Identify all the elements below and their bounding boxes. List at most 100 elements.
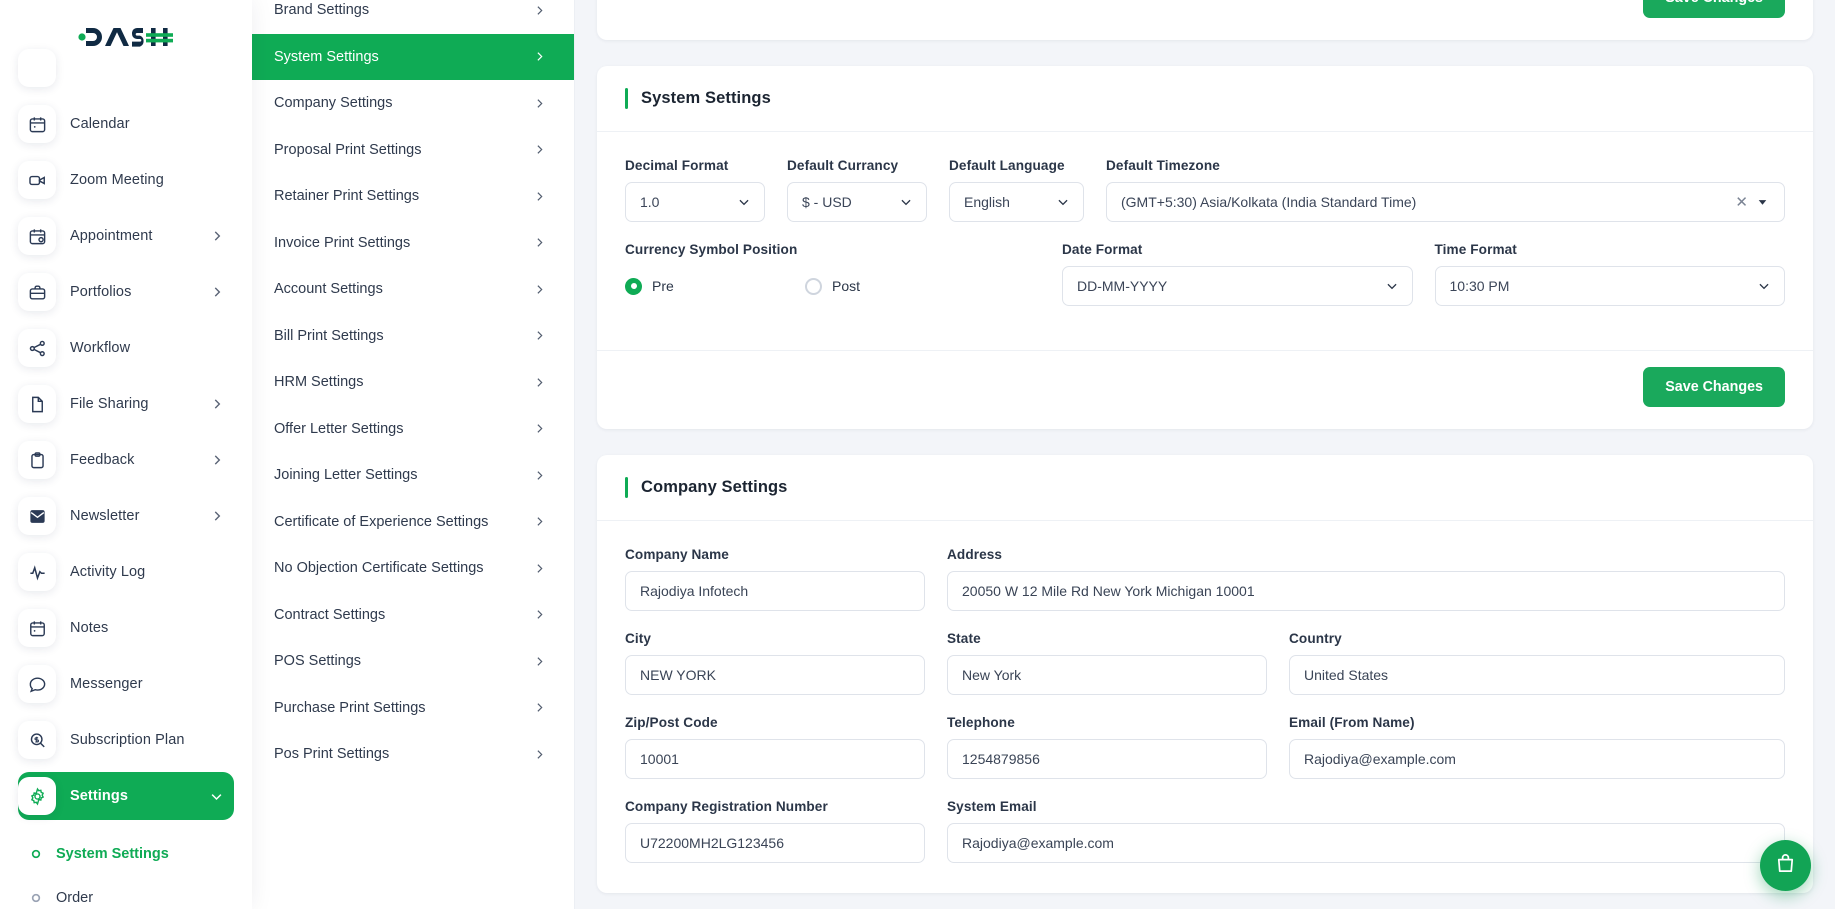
settings-menu-item-pos-print-settings[interactable]: Pos Print Settings xyxy=(252,731,574,778)
shopping-cart-fab[interactable] xyxy=(1760,840,1811,891)
sidebar-item-file-sharing[interactable]: File Sharing xyxy=(18,380,234,428)
chevron-right-icon xyxy=(533,329,546,342)
field-label: Zip/Post Code xyxy=(625,715,925,730)
settings-menu-item-hrm-settings[interactable]: HRM Settings xyxy=(252,359,574,406)
sidebar-nav: Calendar Zoom Meeting Appointment xyxy=(0,44,252,820)
sidebar-item-activity-log[interactable]: Activity Log xyxy=(18,548,234,596)
sidebar-item-newsletter[interactable]: Newsletter xyxy=(18,492,234,540)
city-input[interactable]: NEW YORK xyxy=(625,655,925,695)
decimal-format-select[interactable]: 1.0 xyxy=(625,182,765,222)
save-changes-button-system[interactable]: Save Changes xyxy=(1643,367,1785,407)
field-default-language: Default Language English xyxy=(949,158,1084,222)
state-value: New York xyxy=(962,667,1021,683)
sidebar-item-messenger[interactable]: Messenger xyxy=(18,660,234,708)
settings-menu-item-system-settings[interactable]: System Settings xyxy=(252,34,574,81)
chevron-right-icon xyxy=(533,422,546,435)
settings-menu-item-pos-settings[interactable]: POS Settings xyxy=(252,638,574,685)
settings-menu-item-retainer-print-settings[interactable]: Retainer Print Settings xyxy=(252,173,574,220)
settings-menu-item-purchase-print-settings[interactable]: Purchase Print Settings xyxy=(252,685,574,732)
form-row: Currency Symbol Position Pre Post xyxy=(625,242,1785,306)
settings-menu-item-invoice-print-settings[interactable]: Invoice Print Settings xyxy=(252,220,574,267)
default-language-select[interactable]: English xyxy=(949,182,1084,222)
chevron-right-icon xyxy=(533,236,546,249)
default-currency-value: $ - USD xyxy=(802,194,852,210)
settings-menu-item-certificate-of-experience-settings[interactable]: Certificate of Experience Settings xyxy=(252,499,574,546)
field-label: Decimal Format xyxy=(625,158,765,173)
sidebar-item-calendar[interactable]: Calendar xyxy=(18,100,234,148)
settings-menu-item-contract-settings[interactable]: Contract Settings xyxy=(252,592,574,639)
radio-dot-icon xyxy=(625,278,642,295)
settings-menu-item-proposal-print-settings[interactable]: Proposal Print Settings xyxy=(252,127,574,174)
chevron-right-icon xyxy=(533,562,546,575)
default-timezone-select[interactable]: (GMT+5:30) Asia/Kolkata (India Standard … xyxy=(1106,182,1785,222)
sidebar-item-appointment[interactable]: Appointment xyxy=(18,212,234,260)
sidebar-item-notes[interactable]: Notes xyxy=(18,604,234,652)
company-name-input[interactable]: Rajodiya Infotech xyxy=(625,571,925,611)
chevron-right-icon xyxy=(210,285,224,299)
card-header: System Settings xyxy=(597,66,1813,132)
settings-menu-item-label: HRM Settings xyxy=(274,374,363,390)
email-from-name-input[interactable]: Rajodiya@example.com xyxy=(1289,739,1785,779)
settings-menu-item-label: Offer Letter Settings xyxy=(274,421,404,437)
main-content: Save Changes System Settings Decimal For… xyxy=(575,0,1835,909)
sidebar-item-subscription-plan[interactable]: Subscription Plan xyxy=(18,716,234,764)
address-input[interactable]: 20050 W 12 Mile Rd New York Michigan 100… xyxy=(947,571,1785,611)
chevron-right-icon xyxy=(533,190,546,203)
note-calendar-icon xyxy=(18,609,56,647)
settings-menu-item-label: Company Settings xyxy=(274,95,392,111)
date-format-select[interactable]: DD-MM-YYYY xyxy=(1062,266,1413,306)
settings-menu-item-bill-print-settings[interactable]: Bill Print Settings xyxy=(252,313,574,360)
sidebar-item-portfolios[interactable]: Portfolios xyxy=(18,268,234,316)
field-city: City NEW YORK xyxy=(625,631,925,695)
settings-menu-item-label: Proposal Print Settings xyxy=(274,142,422,158)
company-name-value: Rajodiya Infotech xyxy=(640,583,748,599)
chat-bubble-icon xyxy=(18,665,56,703)
settings-menu-item-brand-settings[interactable]: Brand Settings xyxy=(252,0,574,34)
settings-menu-item-no-objection-certificate-settings[interactable]: No Objection Certificate Settings xyxy=(252,545,574,592)
chevron-down-icon xyxy=(899,195,913,209)
briefcase-icon xyxy=(18,273,56,311)
settings-menu-item-account-settings[interactable]: Account Settings xyxy=(252,266,574,313)
radio-dot-icon xyxy=(805,278,822,295)
sidebar-subitem-system-settings[interactable]: System Settings xyxy=(30,832,234,876)
state-input[interactable]: New York xyxy=(947,655,1267,695)
sidebar-item-workflow[interactable]: Workflow xyxy=(18,324,234,372)
settings-menu-item-joining-letter-settings[interactable]: Joining Letter Settings xyxy=(252,452,574,499)
company-registration-number-input[interactable]: U72200MH2LG123456 xyxy=(625,823,925,863)
chevron-right-icon xyxy=(533,469,546,482)
zip-input[interactable]: 10001 xyxy=(625,739,925,779)
bullet-icon xyxy=(30,849,42,859)
sidebar-subnav: System Settings Order xyxy=(0,828,252,909)
default-currency-select[interactable]: $ - USD xyxy=(787,182,927,222)
sidebar-item-label: Messenger xyxy=(70,676,224,692)
sidebar-item-clipped[interactable] xyxy=(18,44,234,92)
radio-post[interactable]: Post xyxy=(805,278,860,295)
settings-menu-item-company-settings[interactable]: Company Settings xyxy=(252,80,574,127)
sidebar-item-label: Newsletter xyxy=(70,508,196,524)
chevron-right-icon xyxy=(533,515,546,528)
sidebar-item-zoom-meeting[interactable]: Zoom Meeting xyxy=(18,156,234,204)
sidebar-subitem-order[interactable]: Order xyxy=(30,876,234,909)
sidebar-item-settings[interactable]: Settings xyxy=(18,772,234,820)
sidebar-item-label: Feedback xyxy=(70,452,196,468)
field-label: Currency Symbol Position xyxy=(625,242,1040,257)
card-footer: Save Changes xyxy=(597,350,1813,429)
clear-icon[interactable]: ✕ xyxy=(1735,193,1748,211)
country-input[interactable]: United States xyxy=(1289,655,1785,695)
decimal-format-value: 1.0 xyxy=(640,194,659,210)
chevron-down-icon xyxy=(1056,195,1070,209)
settings-menu-item-offer-letter-settings[interactable]: Offer Letter Settings xyxy=(252,406,574,453)
sidebar: Calendar Zoom Meeting Appointment xyxy=(0,0,252,909)
sidebar-item-feedback[interactable]: Feedback xyxy=(18,436,234,484)
chevron-right-icon xyxy=(533,748,546,761)
system-email-input[interactable]: Rajodiya@example.com xyxy=(947,823,1785,863)
time-format-select[interactable]: 10:30 PM xyxy=(1435,266,1786,306)
radio-pre[interactable]: Pre xyxy=(625,278,805,295)
save-changes-button-top[interactable]: Save Changes xyxy=(1643,0,1785,18)
telephone-input[interactable]: 1254879856 xyxy=(947,739,1267,779)
chevron-right-icon xyxy=(533,50,546,63)
settings-menu-item-label: Joining Letter Settings xyxy=(274,467,417,483)
bullet-icon xyxy=(30,893,42,903)
field-telephone: Telephone 1254879856 xyxy=(947,715,1267,779)
card-body: Company Name Rajodiya Infotech Address 2… xyxy=(597,521,1813,893)
